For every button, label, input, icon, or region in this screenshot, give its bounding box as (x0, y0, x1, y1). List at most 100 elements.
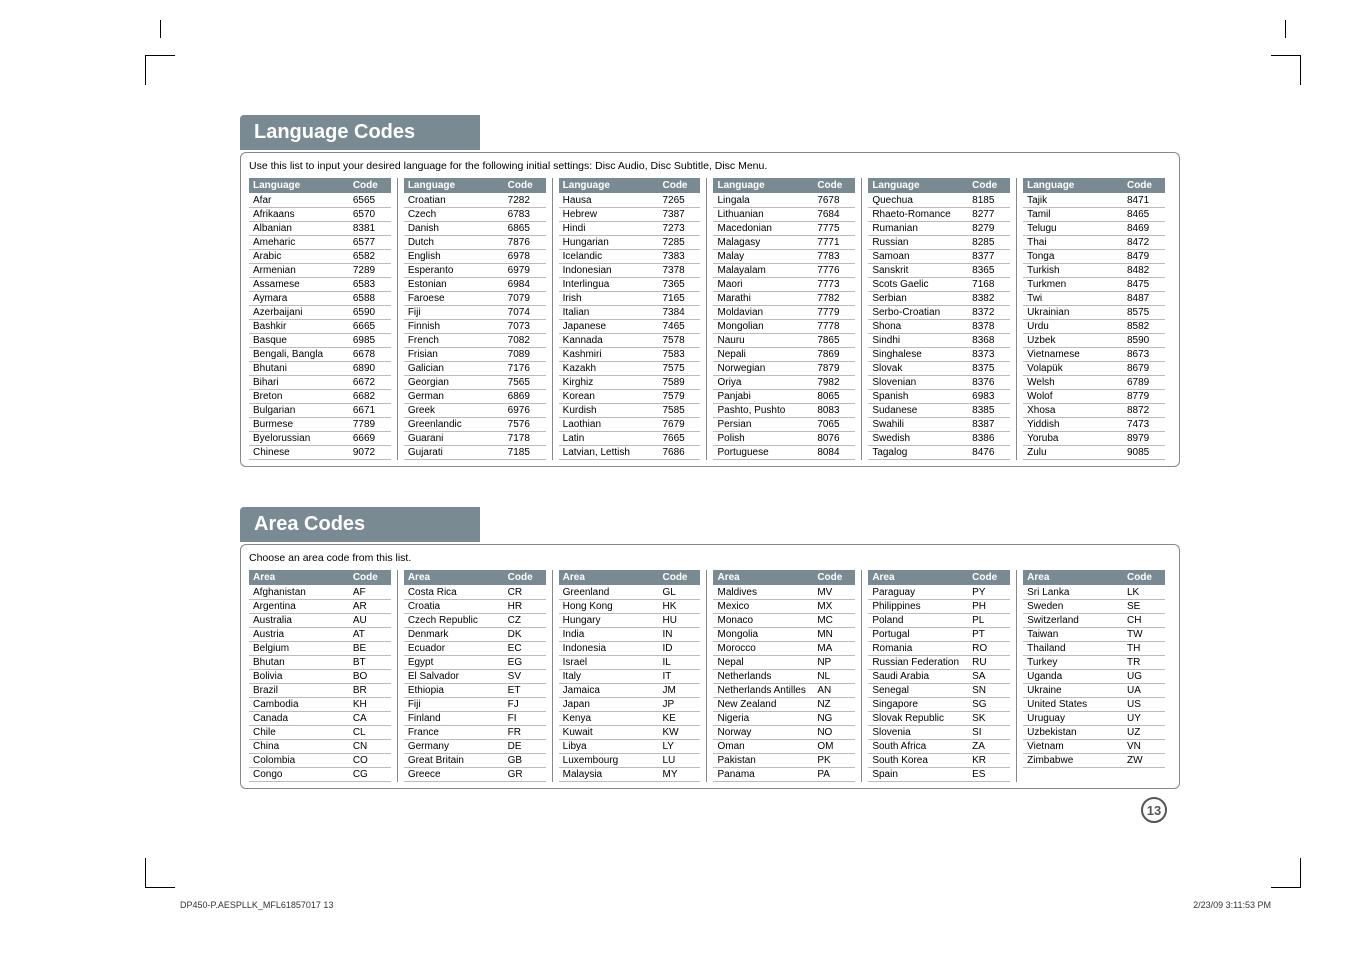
table-row: NetherlandsNL (713, 670, 855, 684)
table-row: Hausa7265 (559, 194, 701, 208)
table-row: German6869 (404, 390, 546, 404)
table-row: El SalvadorSV (404, 670, 546, 684)
table-row: Bashkir6665 (249, 320, 391, 334)
table-row: PhilippinesPH (868, 600, 1010, 614)
table-row: Bengali, Bangla6678 (249, 348, 391, 362)
footer-left: DP450-P.AESPLLK_MFL61857017 13 (180, 900, 333, 910)
table-row: GreeceGR (404, 768, 546, 782)
table-row: Finnish7073 (404, 320, 546, 334)
table-row: AustraliaAU (249, 614, 391, 628)
table-row: UzbekistanUZ (1023, 726, 1165, 740)
table-row: Hong KongHK (559, 600, 701, 614)
table-row: Hungarian7285 (559, 236, 701, 250)
table-row: Nauru7865 (713, 334, 855, 348)
table-row: Danish6865 (404, 222, 546, 236)
table-column: LanguageCodeTajik8471Tamil8465Telugu8469… (1016, 178, 1171, 460)
table-row: Slovak RepublicSK (868, 712, 1010, 726)
table-row: Estonian6984 (404, 278, 546, 292)
table-row: Burmese7789 (249, 418, 391, 432)
table-row: UkraineUA (1023, 684, 1165, 698)
table-row: Netherlands AntillesAN (713, 684, 855, 698)
table-row: Yiddish7473 (1023, 418, 1165, 432)
page-content: Language Codes Use this list to input yo… (240, 115, 1180, 829)
table-row: Yoruba8979 (1023, 432, 1165, 446)
table-row: ArgentinaAR (249, 600, 391, 614)
table-row: Samoan8377 (868, 250, 1010, 264)
table-row: Kashmiri7583 (559, 348, 701, 362)
table-column: AreaCodeGreenlandGLHong KongHKHungaryHUI… (552, 570, 707, 782)
table-row: Panjabi8065 (713, 390, 855, 404)
table-row: ColombiaCO (249, 754, 391, 768)
table-row: BhutanBT (249, 656, 391, 670)
table-row: AustriaAT (249, 628, 391, 642)
language-codes-title: Language Codes (240, 115, 480, 150)
table-row: TurkeyTR (1023, 656, 1165, 670)
table-row: Korean7579 (559, 390, 701, 404)
table-row: EcuadorEC (404, 642, 546, 656)
table-row: Ameharic6577 (249, 236, 391, 250)
table-row: Telugu8469 (1023, 222, 1165, 236)
table-row: Japanese7465 (559, 320, 701, 334)
table-row: Galician7176 (404, 362, 546, 376)
table-row: KenyaKE (559, 712, 701, 726)
table-row: Hindi7273 (559, 222, 701, 236)
table-row: OmanOM (713, 740, 855, 754)
language-intro: Use this list to input your desired lang… (249, 157, 1171, 178)
table-row: PolandPL (868, 614, 1010, 628)
table-row: South AfricaZA (868, 740, 1010, 754)
table-row: ParaguayPY (868, 586, 1010, 600)
table-row: Costa RicaCR (404, 586, 546, 600)
table-row: Georgian7565 (404, 376, 546, 390)
table-row: Bulgarian6671 (249, 404, 391, 418)
column-header: AreaCode (1023, 570, 1165, 585)
table-row: BoliviaBO (249, 670, 391, 684)
table-row: FijiFJ (404, 698, 546, 712)
table-row: Swahili8387 (868, 418, 1010, 432)
column-header: AreaCode (404, 570, 546, 585)
table-row: BelgiumBE (249, 642, 391, 656)
table-row: Serbo-Croatian8372 (868, 306, 1010, 320)
table-row: NorwayNO (713, 726, 855, 740)
table-row: BrazilBR (249, 684, 391, 698)
table-row: Bihari6672 (249, 376, 391, 390)
table-row: CroatiaHR (404, 600, 546, 614)
table-row: Sri LankaLK (1023, 586, 1165, 600)
table-row: KuwaitKW (559, 726, 701, 740)
table-row: MoroccoMA (713, 642, 855, 656)
table-row: Quechua8185 (868, 194, 1010, 208)
table-row: Malay7783 (713, 250, 855, 264)
table-row: Mongolian7778 (713, 320, 855, 334)
table-row: Malayalam7776 (713, 264, 855, 278)
table-row: Aymara6588 (249, 292, 391, 306)
table-row: Italian7384 (559, 306, 701, 320)
table-row: Great BritainGB (404, 754, 546, 768)
table-row: Tonga8479 (1023, 250, 1165, 264)
table-row: Tagalog8476 (868, 446, 1010, 460)
table-row: Spanish6983 (868, 390, 1010, 404)
table-row: English6978 (404, 250, 546, 264)
table-row: Guarani7178 (404, 432, 546, 446)
table-row: Lingala7678 (713, 194, 855, 208)
table-row: CambodiaKH (249, 698, 391, 712)
table-row: Dutch7876 (404, 236, 546, 250)
column-header: AreaCode (868, 570, 1010, 585)
table-row: South KoreaKR (868, 754, 1010, 768)
table-row: Indonesian7378 (559, 264, 701, 278)
table-row: Czech6783 (404, 208, 546, 222)
table-row: SpainES (868, 768, 1010, 782)
table-row: Greenlandic7576 (404, 418, 546, 432)
table-row: Shona8378 (868, 320, 1010, 334)
table-row: Norwegian7879 (713, 362, 855, 376)
table-row: Pashto, Pushto8083 (713, 404, 855, 418)
page-number: 13 (1141, 797, 1167, 823)
table-row: Kannada7578 (559, 334, 701, 348)
table-row: Slovak8375 (868, 362, 1010, 376)
table-row: PortugalPT (868, 628, 1010, 642)
table-row: Croatian7282 (404, 194, 546, 208)
table-row: Czech RepublicCZ (404, 614, 546, 628)
table-row: IsraelIL (559, 656, 701, 670)
table-row: Urdu8582 (1023, 320, 1165, 334)
table-row: Vietnamese8673 (1023, 348, 1165, 362)
table-row: Welsh6789 (1023, 376, 1165, 390)
table-row: Greek6976 (404, 404, 546, 418)
